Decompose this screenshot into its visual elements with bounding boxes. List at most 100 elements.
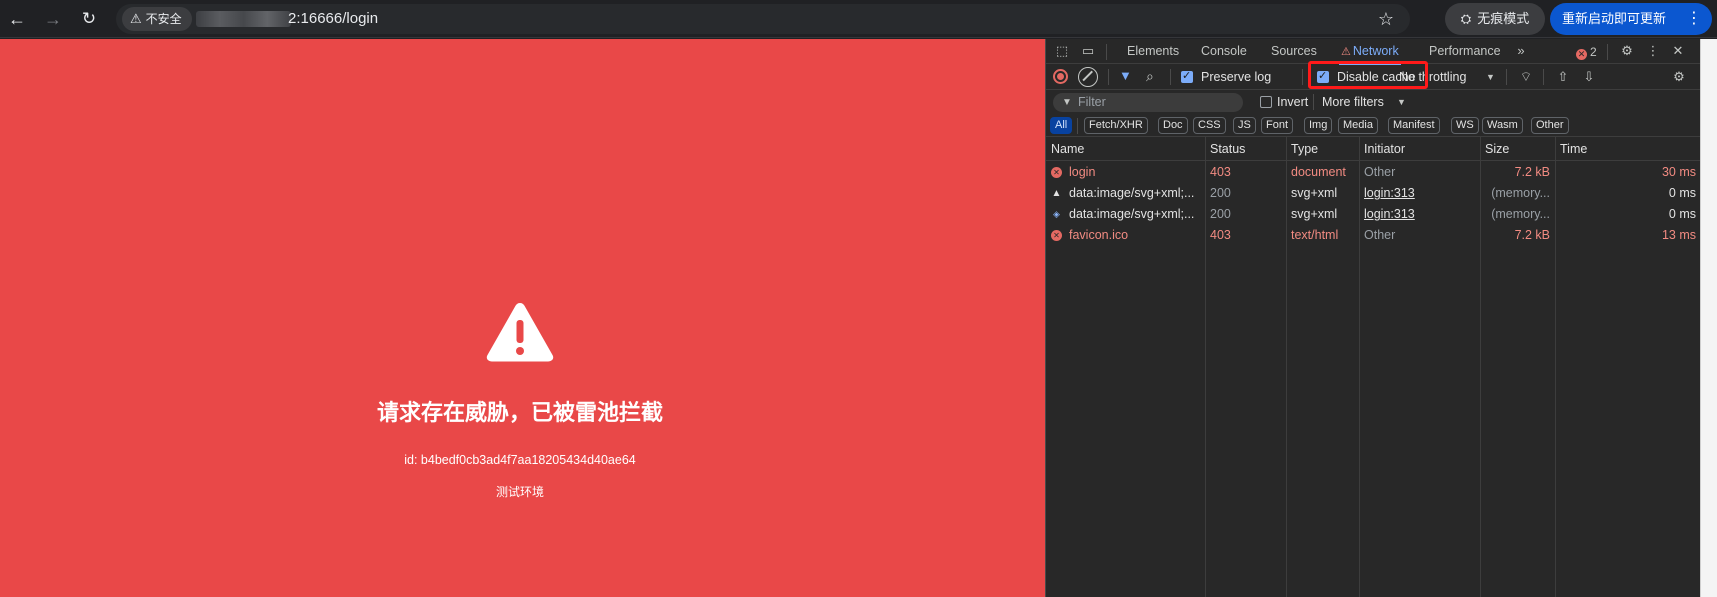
request-time: 0 ms	[1668, 207, 1696, 221]
url-text[interactable]: 2:16666/login	[288, 4, 378, 34]
type-chip-img[interactable]: Img	[1304, 117, 1333, 134]
network-conditions-icon[interactable]: ⌔	[1518, 69, 1534, 85]
type-chip-wasm[interactable]: Wasm	[1482, 117, 1523, 134]
incognito-label: 无痕模式	[1477, 11, 1530, 26]
request-time: 0 ms	[1668, 186, 1696, 200]
incognito-icon: ⛭	[1460, 11, 1472, 26]
filter-row: ▼ Filter Invert More filters ▼	[1046, 90, 1701, 114]
column-header-name[interactable]: Name	[1046, 137, 1084, 161]
warning-triangle-icon	[486, 303, 554, 362]
table-row[interactable]: ✕ login 403 document Other 7.2 kB 30 ms	[1046, 162, 1701, 183]
type-chip-other[interactable]: Other	[1531, 117, 1569, 134]
table-row[interactable]: ✕ favicon.ico 403 text/html Other 7.2 kB…	[1046, 225, 1701, 246]
request-initiator-link[interactable]: login:313	[1359, 204, 1480, 225]
request-size: (memory...	[1491, 207, 1550, 221]
column-header-size[interactable]: Size	[1480, 137, 1509, 161]
error-icon: ✕	[1576, 49, 1587, 60]
divider	[1108, 69, 1109, 85]
close-icon[interactable]: ✕	[1670, 43, 1686, 59]
record-icon[interactable]	[1053, 69, 1068, 84]
error-icon: ✕	[1051, 167, 1062, 178]
export-har-icon[interactable]: ⇩	[1581, 69, 1597, 85]
type-chip-all[interactable]: All	[1050, 117, 1073, 134]
invert-label: Invert	[1277, 95, 1309, 109]
update-label: 重新启动即可更新	[1562, 11, 1667, 26]
forward-arrow-icon[interactable]: →	[42, 8, 64, 30]
type-chip-fetch-xhr[interactable]: Fetch/XHR	[1084, 117, 1148, 134]
warning-triangle-icon: ▲	[1051, 188, 1062, 199]
more-filters-button[interactable]: More filters	[1322, 90, 1384, 114]
request-initiator-link[interactable]: login:313	[1359, 183, 1480, 204]
column-header-status[interactable]: Status	[1205, 137, 1245, 161]
request-name: data:image/svg+xml;...	[1069, 207, 1195, 221]
filter-funnel-icon: ▼	[1062, 97, 1072, 108]
reload-icon[interactable]: ↻	[78, 8, 100, 30]
divider	[1302, 69, 1303, 85]
request-name: favicon.ico	[1069, 228, 1129, 242]
address-bar[interactable]: ⚠ 不安全 2:16666/login ☆	[116, 4, 1410, 34]
chevron-down-icon: ▼	[1397, 97, 1406, 107]
filter-input[interactable]: ▼ Filter	[1053, 93, 1243, 112]
more-vert-icon[interactable]: ⋮	[1645, 43, 1661, 59]
type-chip-ws[interactable]: WS	[1451, 117, 1479, 134]
search-icon[interactable]: ⌕	[1146, 69, 1160, 83]
clear-icon[interactable]	[1078, 67, 1098, 87]
back-arrow-icon[interactable]: ←	[6, 8, 28, 30]
column-header-initiator[interactable]: Initiator	[1359, 137, 1405, 161]
security-chip[interactable]: ⚠ 不安全	[122, 7, 192, 31]
type-chip-doc[interactable]: Doc	[1158, 117, 1188, 134]
type-chip-js[interactable]: JS	[1233, 117, 1256, 134]
request-time: 13 ms	[1661, 228, 1696, 242]
column-header-type[interactable]: Type	[1286, 137, 1318, 161]
request-status: 403	[1210, 165, 1231, 179]
inspect-element-icon[interactable]: ⬚	[1054, 43, 1070, 59]
request-type: document	[1291, 165, 1346, 179]
tab-console[interactable]: Console	[1201, 39, 1247, 64]
environment-label: 测试环境	[495, 485, 544, 499]
table-row[interactable]: ▲ data:image/svg+xml;... 200 svg+xml log…	[1046, 183, 1701, 204]
incognito-button[interactable]: ⛭ 无痕模式	[1445, 3, 1545, 35]
request-status: 403	[1210, 228, 1231, 242]
request-type: svg+xml	[1291, 186, 1338, 200]
invert-checkbox[interactable]	[1260, 96, 1272, 108]
network-settings-icon[interactable]: ⚙	[1671, 69, 1687, 85]
preserve-log-label: Preserve log	[1201, 70, 1272, 84]
error-icon: ✕	[1051, 230, 1062, 241]
filter-placeholder: Filter	[1078, 95, 1106, 109]
request-initiator: Other	[1364, 165, 1396, 179]
request-name: data:image/svg+xml;...	[1069, 186, 1195, 200]
page-scroll-gutter	[1700, 39, 1717, 597]
highlight-annotation	[1308, 61, 1428, 89]
error-counter[interactable]: ✕ 2	[1576, 44, 1597, 60]
redacted-host	[196, 11, 291, 27]
column-header-time[interactable]: Time	[1555, 137, 1587, 161]
network-request-table: Name Status Type Initiator Size Time ✕ l…	[1046, 136, 1701, 597]
request-size: 7.2 kB	[1514, 165, 1550, 179]
request-size: (memory...	[1491, 186, 1550, 200]
browser-toolbar: ← → ↻ ⚠ 不安全 2:16666/login ☆ ⛭ 无痕模式 重新启动即可更…	[0, 0, 1717, 38]
update-button[interactable]: 重新启动即可更新 ⋮	[1550, 3, 1712, 35]
filter-funnel-icon[interactable]: ▼	[1119, 69, 1133, 83]
settings-gear-icon[interactable]: ⚙	[1619, 43, 1635, 59]
more-tabs-icon[interactable]: »	[1513, 43, 1529, 59]
device-toolbar-icon[interactable]: ▭	[1080, 43, 1096, 59]
type-chip-css[interactable]: CSS	[1193, 117, 1226, 134]
type-chip-manifest[interactable]: Manifest	[1388, 117, 1440, 134]
tab-network-label: Network	[1352, 44, 1399, 58]
request-name: login	[1069, 165, 1096, 179]
divider	[1077, 118, 1078, 134]
request-type: text/html	[1291, 228, 1339, 242]
import-har-icon[interactable]: ⇧	[1555, 69, 1571, 85]
page-title: 请求存在威胁，已被雷池拦截	[376, 401, 663, 426]
tab-elements[interactable]: Elements	[1127, 39, 1179, 64]
type-filter-bar: All Fetch/XHR Doc CSS JS Font Img Media …	[1046, 114, 1701, 136]
table-row[interactable]: ◈ data:image/svg+xml;... 200 svg+xml log…	[1046, 204, 1701, 225]
preserve-log-checkbox[interactable]	[1181, 69, 1193, 83]
bookmark-star-icon[interactable]: ☆	[1378, 7, 1394, 31]
divider	[1506, 69, 1507, 85]
request-type: svg+xml	[1291, 207, 1338, 221]
type-chip-media[interactable]: Media	[1338, 117, 1378, 134]
tab-performance[interactable]: Performance	[1429, 39, 1501, 64]
devtools-panel: ⬚ ▭ Elements Console Sources ⚠ Network Pe…	[1045, 39, 1701, 597]
type-chip-font[interactable]: Font	[1261, 117, 1294, 134]
